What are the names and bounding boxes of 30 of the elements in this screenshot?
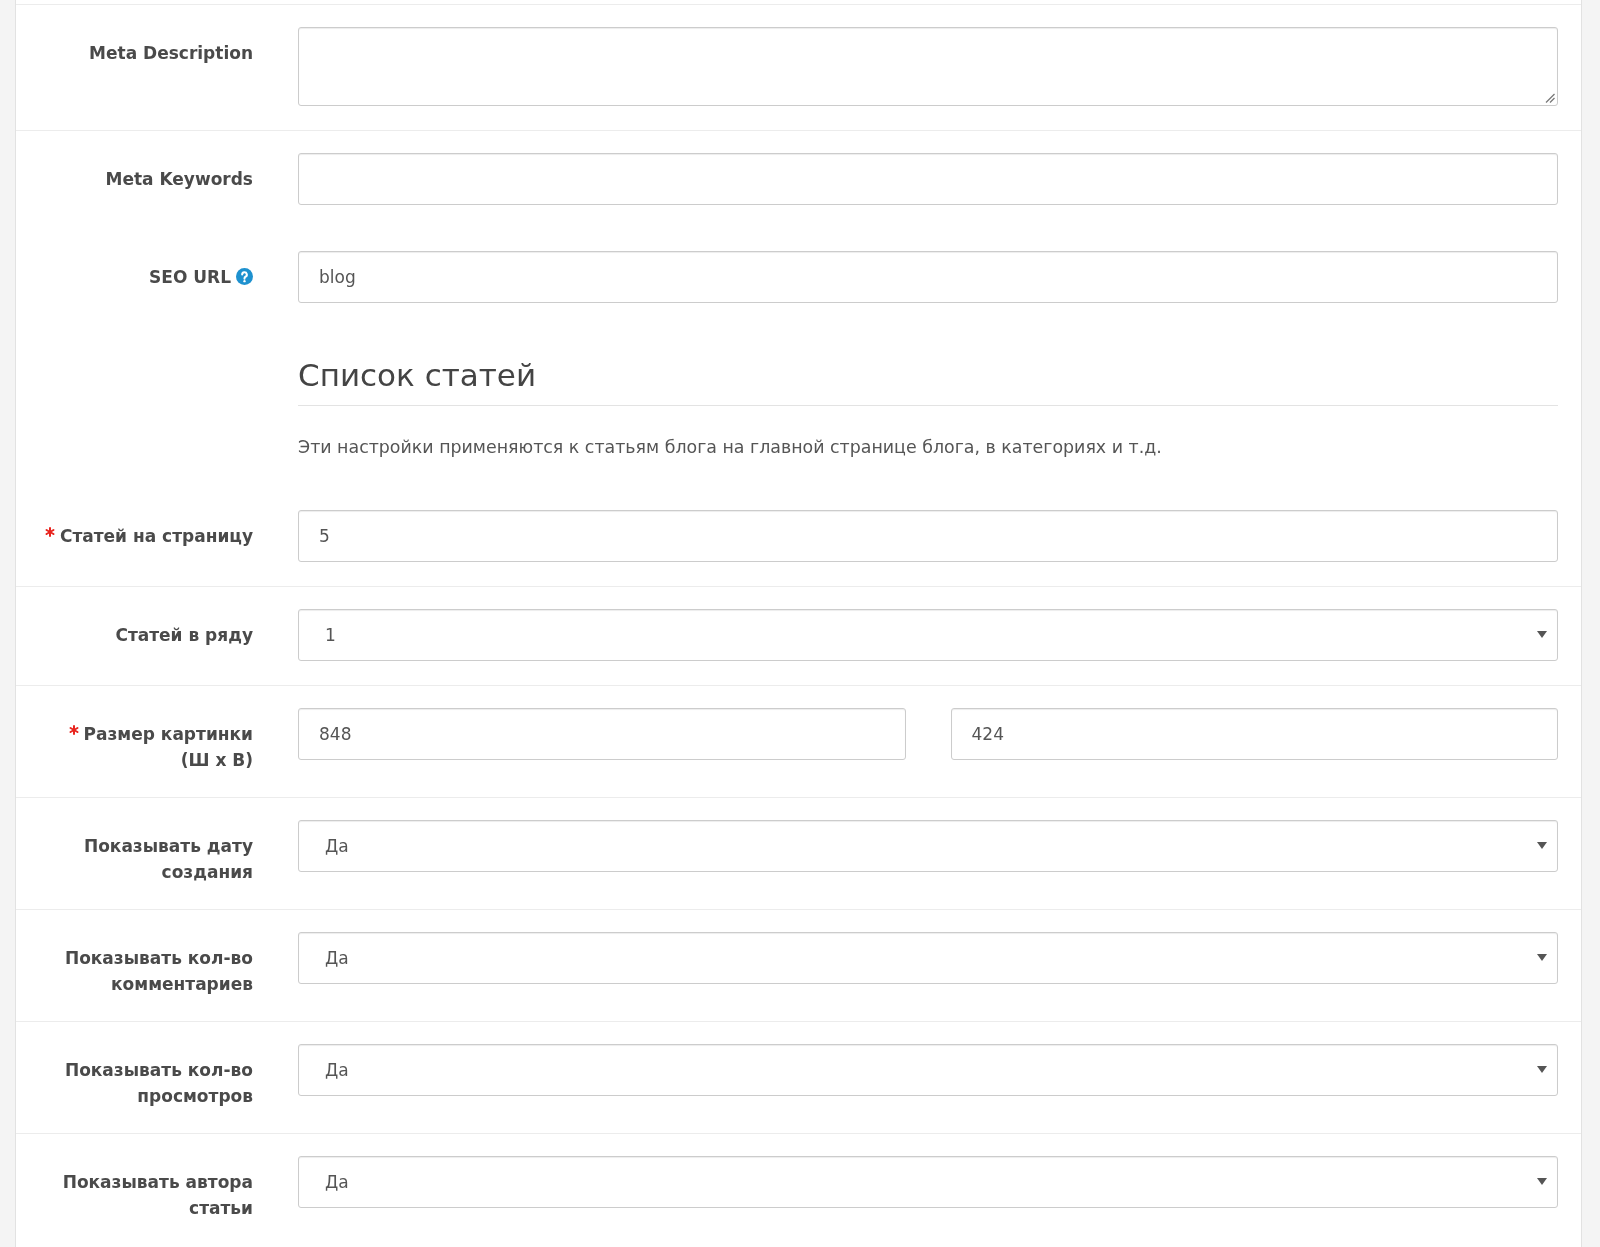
caret-icon [1537,1066,1547,1073]
text-field[interactable]: 5 [298,510,1558,562]
caret-icon [1537,954,1547,961]
caret-icon [1537,1178,1547,1185]
textarea-field[interactable] [298,27,1558,106]
select-field[interactable]: 1 [298,609,1558,661]
select-field[interactable]: Да [298,932,1558,984]
field-label: Показывать автора статьи [62,1172,253,1218]
field-label: Показывать кол-во комментариев [64,948,253,994]
field-label: Статей на страницу [59,526,253,546]
text-field[interactable]: 848 [298,708,906,760]
field-label: Показывать кол-во просмотров [64,1060,253,1106]
select-field[interactable]: Да [298,820,1558,872]
field-label: Размер картинки (Ш x В) [83,724,253,770]
field-label: Статей в ряду [115,625,253,645]
section-description: Эти настройки применяются к статьям блога на главной странице блога, в категориях и т.д. [298,436,1162,459]
select-field[interactable]: Да [298,1156,1558,1208]
text-field[interactable]: blog [298,251,1558,303]
select-field[interactable]: Да [298,1044,1558,1096]
field-label: Meta Keywords [105,169,253,189]
caret-icon [1537,842,1547,849]
text-field[interactable]: 424 [950,708,1558,760]
field-label: SEO URL [149,267,231,287]
help-icon[interactable] [236,268,253,285]
text-field[interactable] [298,153,1558,205]
field-label: Meta Description [89,43,253,63]
resize-grip-icon[interactable] [1545,93,1555,103]
caret-icon [1537,631,1547,638]
field-label: Показывать дату создания [83,836,253,882]
section-heading: Список статей [298,356,537,395]
